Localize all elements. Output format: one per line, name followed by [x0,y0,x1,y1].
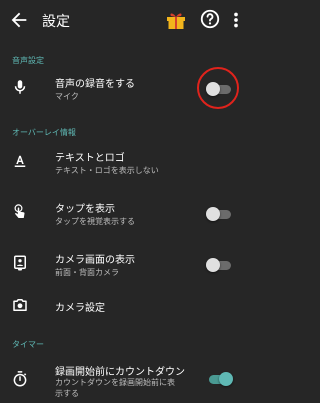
gift-icon[interactable] [164,8,188,32]
camera-icon [13,299,27,311]
microphone-icon [14,80,26,94]
timer-icon [13,371,27,387]
app-bar: 設定 [0,0,250,40]
setting-subtitle: マイク [55,92,79,101]
setting-title: カメラ画面の表示 [55,255,135,266]
setting-countdown[interactable]: 録画開始前にカウントダウン カウントダウンを録画開始前に表 示する [0,358,250,403]
section-header-overlay: オーバーレイ情報 [12,128,76,137]
setting-subtitle-line1: カウントダウンを録画開始前に表 [55,378,175,387]
section-header-voice: 音声設定 [12,56,44,65]
annotation-circle [197,67,239,109]
setting-camera-settings[interactable]: カメラ設定 [0,293,250,317]
show-taps-toggle[interactable] [206,207,232,221]
camera-overlay-icon [14,255,26,271]
text-format-icon [14,155,26,167]
touch-icon [14,204,25,218]
toggle-thumb [219,372,233,386]
setting-show-taps[interactable]: タップを表示 タップを視覚表示する [0,197,250,231]
setting-subtitle: タップを視覚表示する [55,217,135,226]
setting-camera-view[interactable]: カメラ画面の表示 前面・背面カメラ [0,248,250,282]
back-arrow-icon[interactable] [8,9,30,31]
setting-title: カメラ設定 [55,303,105,314]
help-icon[interactable] [199,8,221,30]
setting-subtitle: 前面・背面カメラ [55,268,119,277]
setting-subtitle: テキスト・ロゴを表示しない [55,166,159,175]
setting-subtitle-line2: 示する [55,389,79,398]
camera-view-toggle[interactable] [206,258,232,272]
page-title: 設定 [42,14,70,30]
toggle-thumb [206,207,220,221]
setting-text-logo[interactable]: テキストとロゴ テキスト・ロゴを表示しない [0,146,250,180]
section-header-timer: タイマー [12,340,44,349]
more-vert-icon[interactable] [230,9,242,31]
setting-title: 音声の録音をする [55,79,135,90]
countdown-toggle[interactable] [206,372,233,386]
setting-title: 録画開始前にカウントダウン [55,367,185,378]
toggle-thumb [206,258,220,272]
setting-title: タップを表示 [55,204,115,215]
setting-title: テキストとロゴ [55,153,125,164]
